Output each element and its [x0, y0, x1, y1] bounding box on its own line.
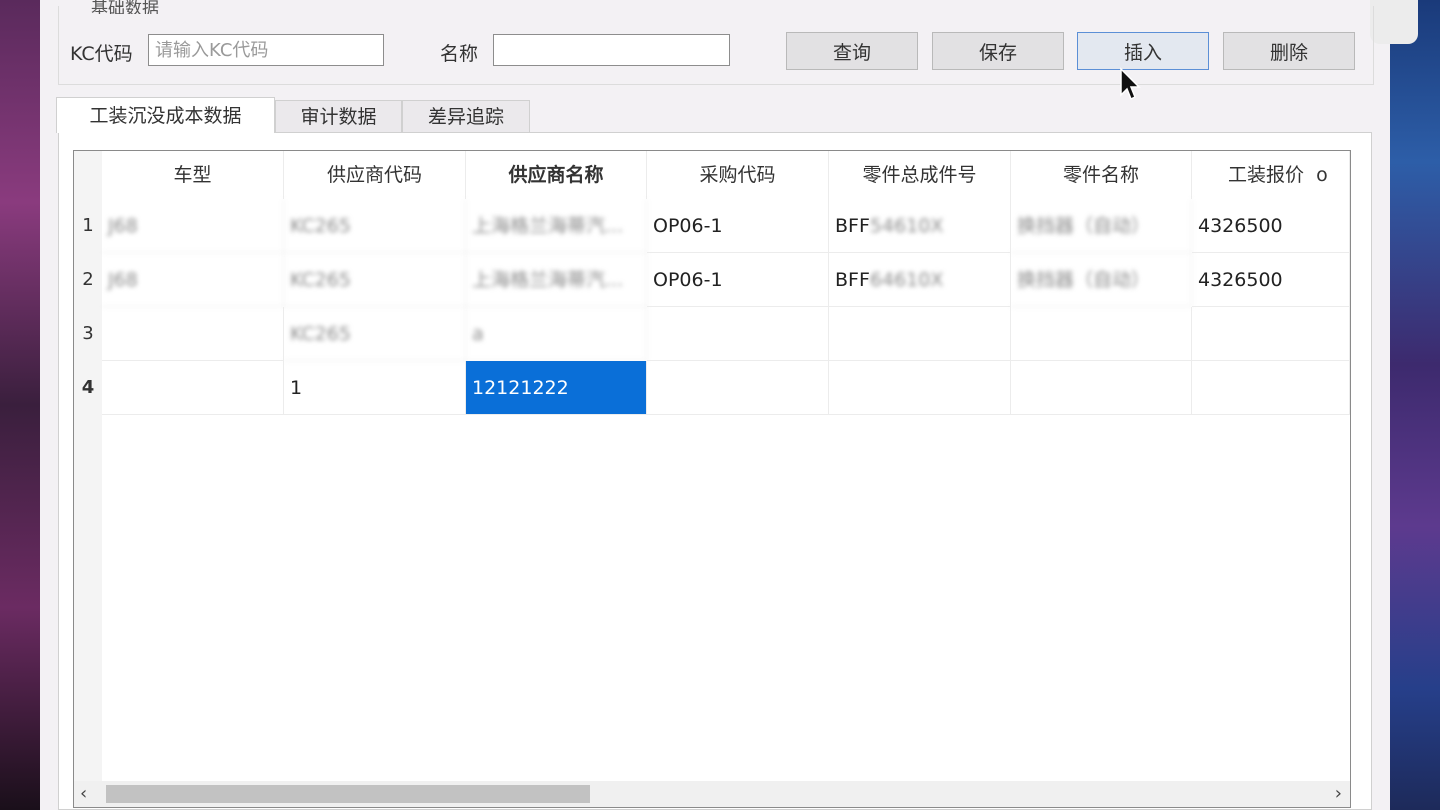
delete-button[interactable]: 删除: [1223, 32, 1355, 70]
cell-supplier-name[interactable]: a: [466, 307, 647, 361]
cell-part-name[interactable]: [1011, 361, 1192, 415]
cell-supplier-code[interactable]: KC265: [284, 253, 466, 307]
cell-supplier-name[interactable]: 上海格兰海蒂汽...: [466, 253, 647, 307]
part-no-blurred: 54610X: [869, 215, 944, 237]
group-title: 基础数据: [89, 0, 161, 14]
name-label: 名称: [440, 43, 479, 65]
cell-part-name[interactable]: 换挡器（自动）: [1011, 199, 1192, 253]
scroll-left-arrow-icon[interactable]: ‹: [80, 783, 87, 804]
query-button[interactable]: 查询: [786, 32, 918, 70]
name-input[interactable]: [493, 34, 730, 66]
part-no-blurred: 64610X: [869, 269, 944, 291]
cell-part-name[interactable]: 换挡器（自动）: [1011, 253, 1192, 307]
cell-part-name[interactable]: [1011, 307, 1192, 361]
app-window: 基础数据 KC代码 名称 查询 保存 插入 删除 工装沉没成本数据 审计数据 差…: [40, 0, 1418, 810]
cell-purchase-code[interactable]: [647, 361, 829, 415]
cell-supplier-code[interactable]: KC265: [284, 307, 466, 361]
column-header-part-name[interactable]: 零件名称: [1011, 151, 1192, 199]
part-no-prefix: BFF: [835, 269, 870, 291]
column-header-tooling-quote-label: 工装报价: [1228, 164, 1305, 186]
cell-assembly-part-no[interactable]: [829, 307, 1011, 361]
row-number[interactable]: 3: [74, 307, 102, 361]
cell-tooling-quote[interactable]: [1192, 361, 1350, 415]
column-header-tooling-quote[interactable]: 工装报价 o: [1192, 151, 1350, 199]
row-number[interactable]: 1: [74, 199, 102, 253]
cell-assembly-part-no[interactable]: BFF64610X: [829, 253, 1011, 307]
part-no-prefix: BFF: [835, 215, 870, 237]
insert-button[interactable]: 插入: [1077, 32, 1209, 70]
cell-tooling-quote[interactable]: 4326500: [1192, 199, 1350, 253]
cell-tooling-quote[interactable]: [1192, 307, 1350, 361]
tab-audit[interactable]: 审计数据: [275, 100, 402, 132]
column-header-supplier-name[interactable]: 供应商名称: [466, 151, 647, 199]
cell-supplier-code[interactable]: KC265: [284, 199, 466, 253]
cell-car-model[interactable]: J68: [102, 199, 284, 253]
horizontal-scrollbar[interactable]: ‹ ›: [74, 781, 1350, 807]
kc-code-label: KC代码: [70, 43, 133, 65]
column-header-purchase-code[interactable]: 采购代码: [647, 151, 829, 199]
header-overflow-glyph: o: [1316, 164, 1328, 186]
cell-supplier-name-selected[interactable]: 12121222: [466, 361, 647, 415]
cell-car-model[interactable]: J68: [102, 253, 284, 307]
window-corner-control[interactable]: [1370, 0, 1418, 44]
save-button[interactable]: 保存: [932, 32, 1064, 70]
tab-sunk-cost[interactable]: 工装沉没成本数据: [56, 97, 275, 133]
desktop-background-left: [0, 0, 40, 810]
row-number[interactable]: 2: [74, 253, 102, 307]
row-number[interactable]: 4: [74, 361, 102, 415]
cell-assembly-part-no[interactable]: BFF54610X: [829, 199, 1011, 253]
cell-tooling-quote[interactable]: 4326500: [1192, 253, 1350, 307]
scroll-thumb[interactable]: [106, 785, 590, 803]
cell-car-model[interactable]: [102, 307, 284, 361]
data-grid[interactable]: 车型 供应商代码 供应商名称 采购代码 零件总成件号 零件名称 工装报价 o 1…: [73, 150, 1351, 808]
cell-purchase-code[interactable]: OP06-1: [647, 253, 829, 307]
column-header-car-model[interactable]: 车型: [102, 151, 284, 199]
column-header-supplier-code[interactable]: 供应商代码: [284, 151, 466, 199]
desktop-background-right: [1388, 0, 1440, 810]
column-header-assembly-part-no[interactable]: 零件总成件号: [829, 151, 1011, 199]
mouse-cursor-icon: [1120, 67, 1141, 101]
cell-supplier-name[interactable]: 上海格兰海蒂汽...: [466, 199, 647, 253]
cell-purchase-code[interactable]: OP06-1: [647, 199, 829, 253]
cell-assembly-part-no[interactable]: [829, 361, 1011, 415]
cell-purchase-code[interactable]: [647, 307, 829, 361]
cell-car-model[interactable]: [102, 361, 284, 415]
scroll-right-arrow-icon[interactable]: ›: [1335, 783, 1342, 804]
cell-supplier-code[interactable]: 1: [284, 361, 466, 415]
tab-diff-tracking[interactable]: 差异追踪: [402, 100, 530, 132]
kc-code-input[interactable]: [148, 34, 384, 66]
